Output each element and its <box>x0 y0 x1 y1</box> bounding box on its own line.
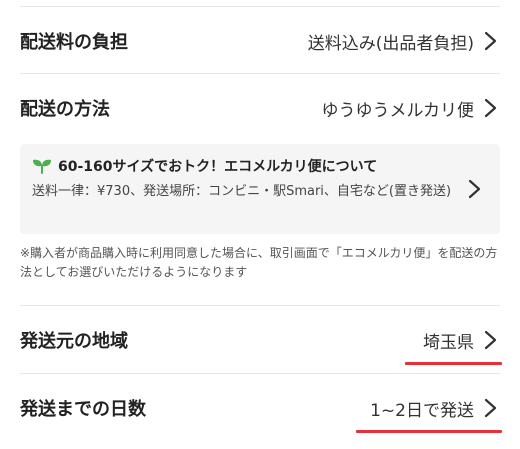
shipping-fee-value-group: 送料込み(出品者負担) <box>308 29 500 54</box>
shipping-method-label: 配送の方法 <box>20 99 110 120</box>
ship-from-label: 発送元の地域 <box>20 331 128 352</box>
ship-from-row[interactable]: 発送元の地域 埼玉県 <box>20 306 502 374</box>
chevron-right-icon <box>480 97 500 119</box>
highlight-underline <box>405 361 502 365</box>
shipping-fee-row[interactable]: 配送料の負担 送料込み(出品者負担) <box>20 7 500 75</box>
days-to-ship-value-group: 1~2日で発送 <box>356 396 502 433</box>
chevron-right-icon <box>480 30 500 52</box>
eco-info-body: 送料一律：¥730、発送場所：コンビニ・駅Smari、自宅など(置き発送) <box>32 184 452 199</box>
chevron-right-icon <box>464 178 484 200</box>
eco-mercari-info-box[interactable]: 60-160サイズでおトク！エコメルカリ便について 送料一律：¥730、発送場所… <box>20 144 500 234</box>
highlight-underline <box>356 429 502 433</box>
eco-info-title-row: 60-160サイズでおトク！エコメルカリ便について <box>32 156 377 176</box>
days-to-ship-row[interactable]: 発送までの日数 1~2日で発送 <box>20 374 502 442</box>
days-to-ship-value: 1~2日で発送 <box>370 400 474 421</box>
days-to-ship-label: 発送までの日数 <box>20 399 146 420</box>
sprout-icon <box>32 158 52 174</box>
eco-shipping-note: ※購入者が商品購入時に利用同意した場合に、取引画面で「エコメルカリ便」を配送の方… <box>20 246 498 279</box>
shipping-fee-value: 送料込み(出品者負担) <box>307 33 474 54</box>
shipping-method-row[interactable]: 配送の方法 ゆうゆうメルカリ便 <box>20 74 500 142</box>
shipping-method-value: ゆうゆうメルカリ便 <box>321 100 475 121</box>
ship-from-value: 埼玉県 <box>423 332 474 353</box>
ship-from-value-group: 埼玉県 <box>405 328 502 365</box>
eco-info-title: 60-160サイズでおトク！エコメルカリ便について <box>58 159 378 175</box>
shipping-fee-label: 配送料の負担 <box>20 32 128 53</box>
chevron-right-icon <box>480 397 500 419</box>
chevron-right-icon <box>480 329 500 351</box>
shipping-method-value-group: ゆうゆうメルカリ便 <box>322 96 501 121</box>
